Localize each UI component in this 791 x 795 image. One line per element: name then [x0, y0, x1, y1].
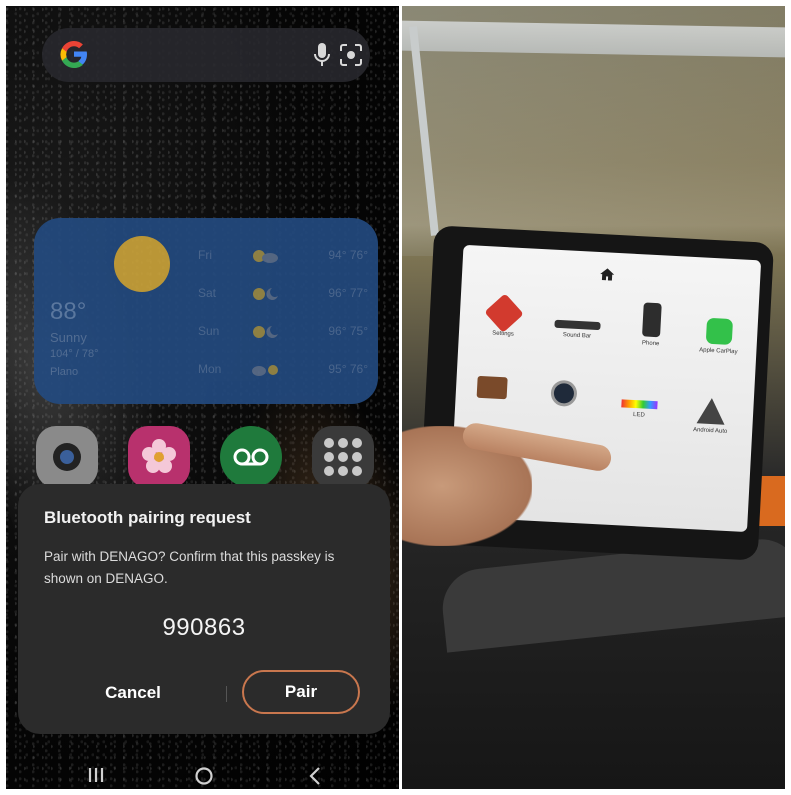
- carplay-app-icon: [705, 317, 734, 346]
- led-app-icon: [621, 399, 658, 410]
- car-app-phone: Phone: [621, 301, 683, 348]
- phone-screen: 88° Sunny 104° / 78° Plano Fri 94° 76° S…: [6, 6, 399, 789]
- car-app-label: Sound Bar: [562, 332, 592, 340]
- speaker-app-icon: [550, 379, 578, 407]
- forecast-day: Fri: [198, 248, 212, 262]
- settings-app-icon: [484, 293, 524, 333]
- forecast-temp: 95° 76°: [328, 362, 368, 376]
- car-app-android-auto: Android Auto: [680, 397, 742, 436]
- cancel-button[interactable]: Cancel: [58, 674, 208, 712]
- sound-bar-app-icon: [554, 319, 601, 331]
- forecast-row: Mon 95° 76°: [198, 360, 368, 380]
- car-app-label: LED: [632, 411, 645, 419]
- dialog-title: Bluetooth pairing request: [44, 508, 251, 527]
- forecast-row: Sun 96° 75°: [198, 322, 368, 342]
- high-low-temperature: 104° / 78°: [50, 348, 99, 360]
- sun-moon-icon: [253, 326, 278, 338]
- forecast-row: Fri 94° 76°: [198, 246, 368, 266]
- camera-lens-icon[interactable]: [338, 42, 364, 68]
- microphone-icon[interactable]: [312, 42, 332, 68]
- home-icon[interactable]: [194, 766, 214, 786]
- forecast-day: Mon: [198, 362, 222, 376]
- forecast-day: Sun: [198, 324, 220, 338]
- recent-apps-icon[interactable]: [86, 766, 106, 784]
- forecast-day: Sat: [198, 286, 217, 300]
- button-divider: [226, 686, 227, 702]
- google-search-bar[interactable]: [42, 28, 370, 82]
- car-app-radio: [461, 375, 522, 404]
- dialog-message: Pair with DENAGO? Confirm that this pass…: [44, 549, 335, 586]
- forecast-temp: 96° 75°: [328, 324, 368, 338]
- car-app-led: LED: [609, 399, 670, 420]
- weather-widget[interactable]: 88° Sunny 104° / 78° Plano Fri 94° 76° S…: [34, 218, 378, 404]
- partly-cloudy-icon: [253, 250, 278, 263]
- weather-condition: Sunny: [50, 330, 87, 345]
- android-auto-app-icon: [696, 397, 726, 425]
- forecast-temp: 96° 77°: [328, 286, 368, 300]
- sun-icon: [114, 236, 170, 292]
- car-app-label: Phone: [641, 340, 660, 348]
- car-app-label: Apple CarPlay: [699, 347, 738, 356]
- current-temperature: 88°: [50, 298, 87, 325]
- car-dashboard-photo: Settings Sound Bar Phone Apple CarPlay L…: [402, 6, 785, 789]
- apps-folder-icon[interactable]: [312, 426, 374, 488]
- gallery-app-icon[interactable]: [128, 426, 190, 488]
- radio-app-icon: [476, 375, 508, 400]
- camera-app-icon[interactable]: [36, 426, 98, 488]
- weather-location: Plano: [50, 366, 79, 378]
- car-app-carplay: Apple CarPlay: [688, 317, 750, 356]
- forecast-temp: 94° 76°: [328, 248, 368, 262]
- partly-cloudy-night-icon: [253, 288, 278, 300]
- car-app-sound-bar: Sound Bar: [547, 309, 608, 340]
- pair-button[interactable]: Pair: [242, 670, 360, 714]
- car-app-settings: Settings: [473, 293, 535, 339]
- phone-app-icon: [642, 302, 662, 338]
- car-app-speaker: [533, 379, 594, 412]
- screen-home-icon: [600, 268, 615, 281]
- forecast-row: Sat 96° 77°: [198, 284, 368, 304]
- storm-sun-icon: [252, 365, 278, 376]
- car-app-label: Android Auto: [692, 427, 728, 435]
- google-logo-icon: [60, 40, 87, 69]
- back-icon[interactable]: [308, 766, 322, 786]
- voicemail-app-icon[interactable]: [220, 426, 282, 488]
- passkey-code: 990863: [162, 614, 246, 641]
- bluetooth-pairing-dialog: Bluetooth pairing request Pair with DENA…: [18, 484, 390, 734]
